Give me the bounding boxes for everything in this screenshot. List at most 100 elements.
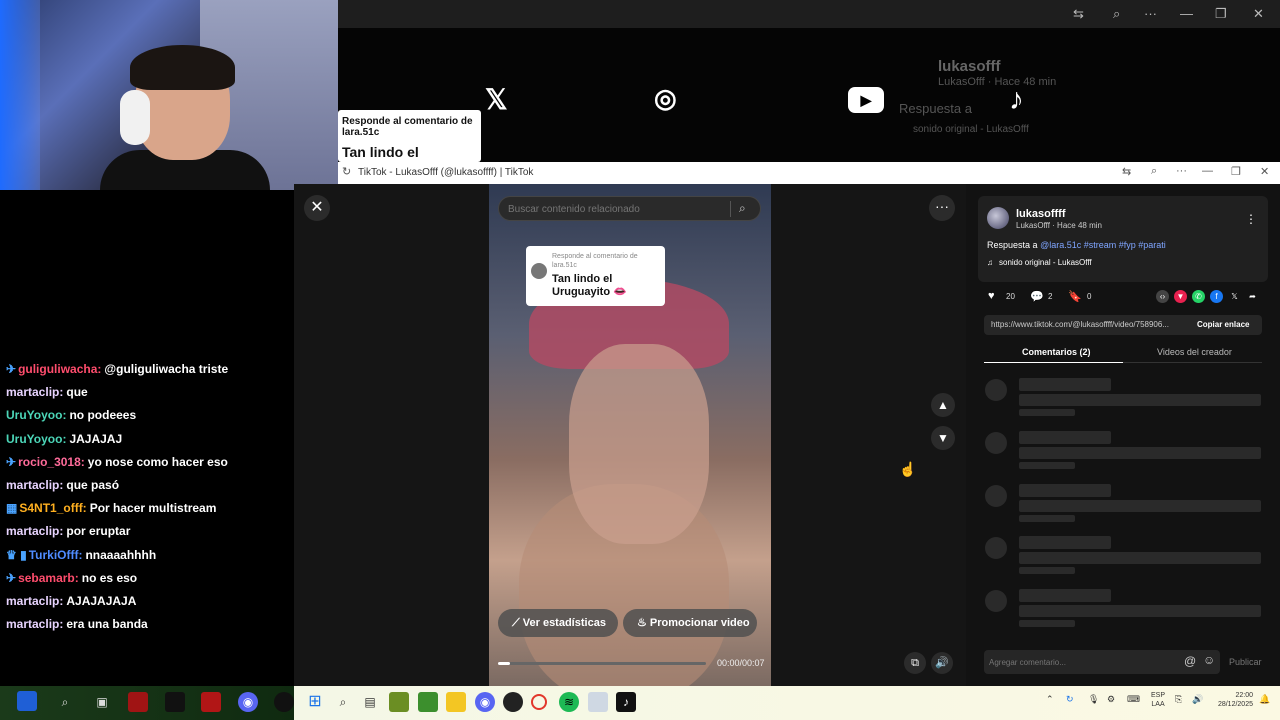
maximize-icon[interactable]: ❐	[1215, 6, 1227, 22]
skeleton-line	[1019, 431, 1111, 444]
chevron-up-icon[interactable]: ⌃	[1046, 694, 1054, 705]
volume-icon[interactable]: 🔊	[1192, 694, 1203, 705]
app-icon[interactable]	[274, 692, 294, 712]
tiktok-icon[interactable]: ♪	[616, 692, 636, 712]
chat-text: @guliguliwacha triste	[104, 362, 229, 376]
start-icon[interactable]	[17, 691, 37, 711]
app-icon[interactable]	[389, 692, 409, 712]
settings-icon[interactable]: ⚙	[1107, 694, 1115, 705]
opera-icon[interactable]	[531, 694, 547, 710]
chat-username[interactable]: UruYoyoo:	[6, 432, 66, 446]
more-options-button[interactable]: ···	[929, 195, 955, 221]
discord-icon[interactable]: ◉	[238, 692, 258, 712]
comment-input-box[interactable]: @ ☺	[984, 650, 1220, 674]
network-icon[interactable]: ⎘	[1175, 694, 1182, 705]
chat-username[interactable]: martaclip:	[6, 478, 63, 492]
tab-creator-videos[interactable]: Videos del creador	[1157, 347, 1232, 357]
minimize-icon[interactable]: —	[1202, 165, 1213, 177]
floating-player-button[interactable]: ⧉	[904, 652, 926, 674]
mention-link[interactable]: @lara.51c	[1040, 240, 1081, 250]
discord-icon[interactable]: ◉	[475, 692, 495, 712]
file-explorer-icon[interactable]	[446, 692, 466, 712]
microphone-icon[interactable]: 🎙	[1088, 694, 1099, 705]
language-indicator[interactable]: ESP LAA	[1151, 691, 1165, 709]
zoom-icon[interactable]: ⌕	[1151, 165, 1157, 178]
x-share-icon[interactable]: 𝕏	[1228, 290, 1241, 303]
chat-message: martaclip: que pasó	[6, 478, 119, 492]
mention-icon[interactable]: @	[1184, 654, 1196, 668]
hashtags-link[interactable]: #stream #fyp #parati	[1084, 240, 1166, 250]
chat-username[interactable]: sebamarb:	[18, 571, 79, 585]
bookmark-icon[interactable]: 🔖	[1068, 290, 1082, 303]
skeleton-line	[1019, 409, 1075, 416]
creator-username[interactable]: lukasoffff	[1016, 208, 1066, 220]
app-icon[interactable]	[201, 692, 221, 712]
publish-button[interactable]: Publicar	[1229, 657, 1262, 667]
chat-username[interactable]: guliguliwacha:	[18, 362, 101, 376]
chat-badge-icon: ✈	[6, 570, 17, 585]
search-icon[interactable]: ⌕	[333, 692, 353, 712]
task-view-icon[interactable]: ▤	[360, 692, 380, 712]
minimize-icon[interactable]: —	[1180, 6, 1193, 21]
maximize-icon[interactable]: ❐	[1231, 165, 1241, 178]
notification-icon[interactable]: 🔔	[1259, 694, 1270, 705]
close-player-button[interactable]: ✕	[304, 195, 330, 221]
keyboard-icon[interactable]: ⌨	[1127, 694, 1140, 705]
youtube-icon: ▶	[848, 87, 884, 113]
chat-username[interactable]: TurkiOfff:	[29, 548, 83, 562]
tab-comments[interactable]: Comentarios (2)	[1022, 347, 1091, 357]
search-icon[interactable]: ⌕	[55, 692, 75, 712]
previous-video-button[interactable]: ▲	[931, 393, 955, 417]
copy-link-button[interactable]: Copiar enlace	[1197, 320, 1249, 329]
video-url[interactable]: https://www.tiktok.com/@lukasoffff/video…	[991, 320, 1186, 329]
close-icon[interactable]: ✕	[1253, 6, 1264, 22]
repost-icon[interactable]: ▼	[1174, 290, 1187, 303]
view-stats-button[interactable]: ⟋ Ver estadísticas	[498, 609, 618, 637]
more-icon[interactable]: ···	[1176, 165, 1187, 177]
comment-input[interactable]	[989, 655, 1169, 669]
app-icon[interactable]	[588, 692, 608, 712]
spotify-icon[interactable]: ≋	[559, 692, 579, 712]
comment-icon[interactable]: 💬	[1030, 290, 1044, 303]
app-icon[interactable]	[128, 692, 148, 712]
obs-icon[interactable]	[503, 692, 523, 712]
video-hand	[569, 344, 709, 544]
share-arrow-icon[interactable]: ➦	[1246, 290, 1259, 303]
emoji-icon[interactable]: ☺	[1203, 653, 1215, 667]
tiktok-icon: ♪	[1009, 83, 1024, 116]
chat-username[interactable]: S4NT1_offf:	[19, 501, 86, 515]
chat-username[interactable]: martaclip:	[6, 524, 63, 538]
chat-username[interactable]: rocio_3018:	[18, 455, 85, 469]
heart-icon[interactable]: ♥	[988, 290, 995, 302]
related-search-bar[interactable]: ⌕	[498, 196, 761, 221]
chat-username[interactable]: martaclip:	[6, 385, 63, 399]
sound-link[interactable]: sonido original - LukasOfff	[999, 258, 1092, 267]
embed-icon[interactable]: ‹›	[1156, 290, 1169, 303]
facebook-icon[interactable]: f	[1210, 290, 1223, 303]
search-icon[interactable]: ⌕	[739, 201, 746, 216]
creator-avatar[interactable]	[987, 207, 1009, 229]
sync-icon[interactable]: ↻	[1066, 694, 1074, 705]
post-more-icon[interactable]: ⋮	[1245, 212, 1257, 226]
post-meta: LukasOfff · Hace 48 min	[1016, 221, 1102, 230]
app-icon[interactable]	[165, 692, 185, 712]
translate-icon[interactable]: ⇆	[1122, 165, 1131, 178]
video-progress-bar[interactable]	[498, 662, 706, 665]
promote-video-button[interactable]: ♨ Promocionar video	[623, 609, 757, 637]
volume-button[interactable]: 🔊	[931, 652, 953, 674]
clock[interactable]: 22:00 28/12/2025	[1211, 691, 1253, 709]
chat-username[interactable]: martaclip:	[6, 617, 63, 631]
zoom-icon[interactable]: ⌕	[1113, 6, 1120, 22]
reload-icon[interactable]: ↻	[342, 165, 351, 178]
translate-icon[interactable]: ⇆	[1073, 6, 1084, 22]
task-view-icon[interactable]: ▣	[92, 692, 112, 712]
close-icon[interactable]: ✕	[1260, 165, 1269, 178]
whatsapp-icon[interactable]: ✆	[1192, 290, 1205, 303]
next-video-button[interactable]: ▼	[931, 426, 955, 450]
related-search-input[interactable]	[508, 201, 728, 217]
chat-username[interactable]: UruYoyoo:	[6, 408, 66, 422]
windows-start-icon[interactable]: ⊞	[305, 692, 325, 712]
minecraft-icon[interactable]	[418, 692, 438, 712]
more-icon[interactable]: ···	[1144, 6, 1157, 21]
chat-username[interactable]: martaclip:	[6, 594, 63, 608]
